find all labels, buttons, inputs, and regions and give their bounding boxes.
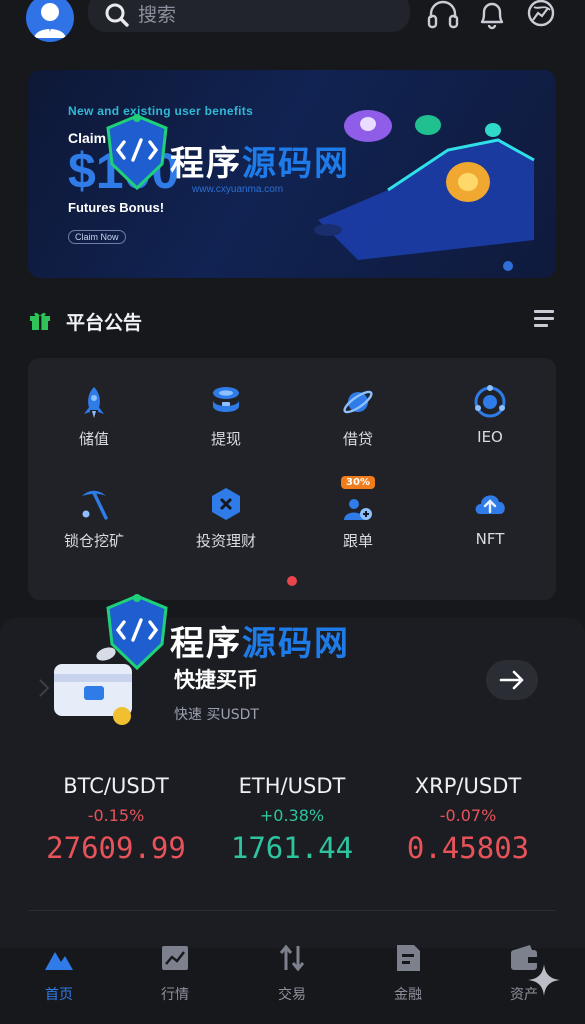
coins-icon xyxy=(213,387,239,412)
headset-icon[interactable] xyxy=(426,0,460,32)
feature-grid: 储值 提现 借贷 IEO 锁仓挖矿 投资理财 30% 跟单 NFT xyxy=(28,358,556,600)
nav-finance[interactable]: 金融 xyxy=(368,942,448,1012)
target-icon xyxy=(474,385,506,418)
feature-investment[interactable]: 投资理财 xyxy=(160,486,292,576)
feature-deposit[interactable]: 储值 xyxy=(28,384,160,474)
feature-ieo[interactable]: IEO xyxy=(424,384,556,474)
swap-icon xyxy=(279,944,305,972)
feature-badge: 30% xyxy=(341,476,375,489)
shield-logo-icon xyxy=(106,594,168,671)
avatar[interactable] xyxy=(26,0,74,42)
ticker-change: +0.38% xyxy=(259,806,325,825)
feature-loan[interactable]: 借贷 xyxy=(292,384,424,474)
watermark-text-a: 程序 xyxy=(170,144,242,184)
announcement-title: 平台公告 xyxy=(66,312,143,334)
home-icon xyxy=(45,952,73,970)
gift-icon xyxy=(30,312,50,330)
watermark-text-a: 程序 xyxy=(170,624,242,664)
feature-label: 储值 xyxy=(78,430,109,448)
divider xyxy=(28,910,556,911)
feature-label: 跟单 xyxy=(342,532,373,550)
nav-label: 首页 xyxy=(45,987,73,1003)
app-root: 搜索 New and existing user benefits Claim … xyxy=(0,0,585,1024)
globe-icon[interactable] xyxy=(524,0,558,32)
pickaxe-icon xyxy=(82,490,108,520)
bell-icon[interactable] xyxy=(475,0,509,32)
ticker-price: 1761.44 xyxy=(230,831,354,865)
nav-label: 行情 xyxy=(161,987,189,1003)
ticker-xrp[interactable]: XRP/USDT -0.07% 0.45803 xyxy=(378,774,558,865)
quick-buy-arrow-button[interactable] xyxy=(486,660,538,700)
watermark-url: www.cxyuanma.com xyxy=(192,184,284,195)
feature-withdraw[interactable]: 提现 xyxy=(160,384,292,474)
watermark-logo: 程序源码网 xyxy=(104,592,364,702)
chart-icon xyxy=(162,946,188,970)
feature-label: 借贷 xyxy=(342,430,373,448)
ticker-pair: ETH/USDT xyxy=(238,774,346,798)
cloud-upload-icon xyxy=(475,495,505,514)
document-icon xyxy=(397,945,420,971)
ticker-pair: BTC/USDT xyxy=(63,774,169,798)
quick-buy-subtitle: 快速 买USDT xyxy=(174,707,259,723)
feature-label: 提现 xyxy=(210,430,241,448)
nav-label: 交易 xyxy=(278,987,306,1003)
feature-copy-trade[interactable]: 30% 跟单 xyxy=(292,476,424,576)
watermark-text: 程序源码网 xyxy=(170,616,350,665)
bottom-nav: 首页 行情 交易 金融 资产 xyxy=(0,930,585,1024)
feature-label: NFT xyxy=(475,530,505,548)
ticker-change: -0.15% xyxy=(87,806,145,825)
ticker-pair: XRP/USDT xyxy=(414,774,522,798)
hexagon-icon xyxy=(212,488,240,520)
ticker-change: -0.07% xyxy=(439,806,497,825)
top-header: 搜索 xyxy=(0,0,585,42)
feature-label: 锁仓挖矿 xyxy=(63,532,124,550)
arrow-right-icon xyxy=(499,670,524,690)
follow-icon xyxy=(344,499,372,520)
nav-label: 金融 xyxy=(394,987,422,1003)
feature-label: IEO xyxy=(477,428,503,446)
ticker-price: 0.45803 xyxy=(406,831,530,865)
ticker-btc[interactable]: BTC/USDT -0.15% 27609.99 xyxy=(26,774,206,865)
feature-label: 投资理财 xyxy=(195,532,256,550)
announcement-header[interactable]: 平台公告 xyxy=(28,300,556,340)
nav-market[interactable]: 行情 xyxy=(135,942,215,1012)
watermark-text-b: 源码网 xyxy=(242,144,350,184)
ticker-eth[interactable]: ETH/USDT +0.38% 1761.44 xyxy=(202,774,382,865)
nav-home[interactable]: 首页 xyxy=(19,942,99,1012)
pagination-dot[interactable] xyxy=(287,576,297,586)
planet-icon xyxy=(343,390,373,414)
shield-logo-icon xyxy=(106,114,168,191)
watermark-text: 程序源码网 xyxy=(170,136,350,185)
list-icon[interactable] xyxy=(532,308,556,330)
search-icon xyxy=(105,3,129,27)
feature-lock-mining[interactable]: 锁仓挖矿 xyxy=(28,486,160,576)
watermark-text-b: 源码网 xyxy=(242,624,350,664)
banner-claim-button[interactable]: Claim Now xyxy=(68,230,126,244)
feature-nft[interactable]: NFT xyxy=(424,486,556,576)
search-bar[interactable]: 搜索 xyxy=(88,0,410,32)
ticker-price: 27609.99 xyxy=(46,831,186,865)
user-icon xyxy=(34,3,66,38)
sparkle-icon xyxy=(528,964,560,996)
nav-trade[interactable]: 交易 xyxy=(252,942,332,1012)
search-placeholder: 搜索 xyxy=(138,4,177,26)
rocket-icon xyxy=(84,387,104,418)
watermark-logo: 程序源码网 www.cxyuanma.com xyxy=(104,112,364,222)
